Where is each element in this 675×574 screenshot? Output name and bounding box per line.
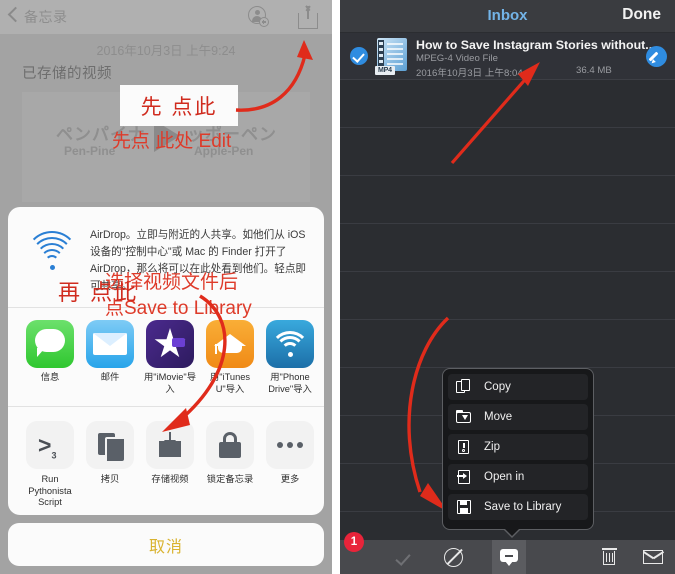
share-app-mail[interactable]: 邮件 <box>82 320 138 384</box>
back-button-label[interactable]: 备忘录 <box>24 7 68 27</box>
annotation-callout-first-tap: 先 点此 <box>120 85 238 126</box>
mp4-file-icon: MP4 <box>374 37 410 75</box>
save-video-icon <box>146 421 194 469</box>
list-row-empty <box>340 320 675 368</box>
annotation-tap-edit: 先点 此处 Edit <box>112 131 232 152</box>
note-date: 2016年10月3日 上午9:24 <box>96 44 236 58</box>
messages-icon <box>26 320 74 368</box>
copy-icon <box>86 421 134 469</box>
file-date: 2016年10月3日 上午8:04 <box>416 68 523 79</box>
action-label: 拷贝 <box>100 474 120 484</box>
pythonista-icon: >3 <box>26 421 74 469</box>
deselect-icon <box>443 547 463 567</box>
save-disk-icon <box>456 499 472 515</box>
bottom-toolbar: 1 <box>340 532 675 574</box>
list-row-empty <box>340 128 675 176</box>
mail-icon <box>86 320 134 368</box>
screenshot-root: 备忘录 2016年10月3日 上午9:24 已存储的视频 ペンパイナ Pen-P… <box>0 0 675 574</box>
action-copy[interactable]: 拷贝 <box>80 421 140 486</box>
share-app-label: 用"iMovie"导入 <box>143 372 197 394</box>
toolbar-mail-button[interactable] <box>636 540 670 574</box>
list-row-empty <box>340 272 675 320</box>
annotation-callout-first-tap-text: 先 点此 <box>140 95 218 119</box>
inbox-header: Inbox Done <box>340 0 675 32</box>
share-app-messages[interactable]: 信息 <box>22 320 78 384</box>
list-row-empty <box>340 80 675 128</box>
done-button[interactable]: Done <box>622 6 661 24</box>
share-app-label: 邮件 <box>100 372 120 382</box>
action-lock-note[interactable]: 锁定备忘录 <box>200 421 260 486</box>
toolbar-actions-button[interactable] <box>492 540 526 574</box>
toolbar-deselect-button[interactable] <box>436 540 470 574</box>
checkmark-icon[interactable] <box>350 47 368 65</box>
context-menu-pointer <box>504 528 520 536</box>
share-actions-row: >3 Run Pythonista Script 拷贝 存储视频 锁定备忘录 更… <box>8 407 324 515</box>
trash-icon <box>601 548 617 566</box>
envelope-icon <box>643 550 663 564</box>
action-label: 锁定备忘录 <box>206 474 254 484</box>
phone-drive-icon <box>266 320 314 368</box>
lock-icon <box>206 421 254 469</box>
share-app-label: 信息 <box>40 372 60 382</box>
checkmark-icon <box>396 548 414 566</box>
action-label: 更多 <box>280 474 300 484</box>
action-save-video[interactable]: 存储视频 <box>140 421 200 486</box>
context-menu-item-label: Copy <box>484 381 511 393</box>
context-menu-item-move[interactable]: Move <box>448 404 588 430</box>
share-icon[interactable] <box>298 5 318 29</box>
context-menu-item-save-to-library[interactable]: Save to Library <box>448 494 588 520</box>
list-row-empty <box>340 176 675 224</box>
share-apps-row: 信息 邮件 用"iMovie"导入 用"iTunes U"导入 用"Phone … <box>8 308 324 407</box>
share-app-phone-drive[interactable]: 用"Phone Drive"导入 <box>262 320 318 395</box>
file-type: MPEG-4 Video File <box>416 53 498 64</box>
note-title: 已存储的视频 <box>22 66 112 82</box>
zip-icon <box>456 439 472 455</box>
cancel-button[interactable]: 取消 <box>8 523 324 566</box>
toolbar-select-all-button[interactable] <box>388 540 422 574</box>
open-in-icon <box>456 469 472 485</box>
airdrop-icon <box>25 225 79 277</box>
folder-move-icon <box>456 409 472 425</box>
action-label: Run Pythonista Script <box>28 474 72 508</box>
more-icon <box>266 421 314 469</box>
imovie-icon <box>146 320 194 368</box>
thumb-text-en-left: Pen-Pine <box>64 144 116 158</box>
itunes-u-icon <box>206 320 254 368</box>
context-menu-item-label: Save to Library <box>484 501 562 513</box>
context-menu: Copy Move Zip Open in Save to Library <box>442 368 594 538</box>
back-chevron-icon[interactable] <box>7 6 24 23</box>
context-menu-item-zip[interactable]: Zip <box>448 434 588 460</box>
pencil-icon[interactable] <box>646 46 667 67</box>
context-menu-item-label: Move <box>484 411 513 423</box>
selection-count-badge: 1 <box>344 532 364 552</box>
context-menu-item-label: Open in <box>484 471 525 483</box>
speech-bubble-minus-icon <box>500 549 518 566</box>
context-menu-item-open-in[interactable]: Open in <box>448 464 588 490</box>
cancel-button-label: 取消 <box>148 538 183 556</box>
context-menu-item-label: Zip <box>484 441 500 453</box>
share-app-itunes-u[interactable]: 用"iTunes U"导入 <box>202 320 258 395</box>
list-row-empty <box>340 224 675 272</box>
action-more[interactable]: 更多 <box>260 421 320 486</box>
file-name: How to Save Instagram Stories without.. <box>416 38 652 52</box>
annotation-callout-second-tap: 再 点此 <box>58 280 139 305</box>
action-run-pythonista-script[interactable]: >3 Run Pythonista Script <box>20 421 80 509</box>
share-app-label: 用"Phone Drive"导入 <box>268 372 312 394</box>
add-person-icon[interactable] <box>248 6 270 28</box>
toolbar-delete-button[interactable] <box>592 540 626 574</box>
context-menu-item-copy[interactable]: Copy <box>448 374 588 400</box>
file-list-item[interactable]: MP4 How to Save Instagram Stories withou… <box>340 33 675 80</box>
share-sheet: AirDrop。立即与附近的人共享。如他们从 iOS 设备的"控制中心"或 Ma… <box>8 207 324 515</box>
action-label: 存储视频 <box>151 474 189 484</box>
share-app-imovie[interactable]: 用"iMovie"导入 <box>142 320 198 395</box>
file-size: 36.4 MB <box>576 65 612 76</box>
share-app-label: 用"iTunes U"导入 <box>209 372 251 394</box>
notes-header: 备忘录 <box>0 0 332 34</box>
copy-icon <box>456 379 472 395</box>
